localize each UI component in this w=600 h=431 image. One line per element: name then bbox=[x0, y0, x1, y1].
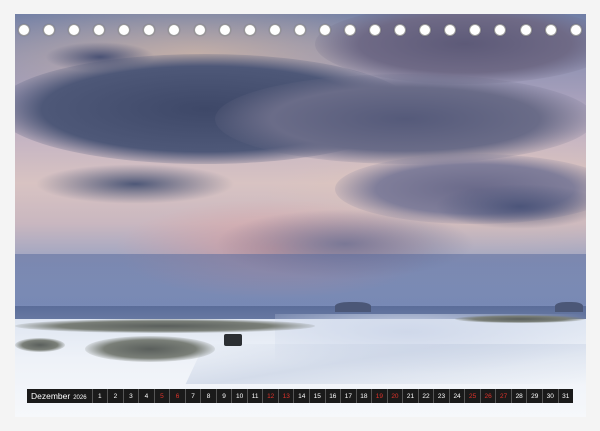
sand-road bbox=[185, 344, 586, 384]
desert-scrub bbox=[85, 336, 215, 362]
binding-ring bbox=[293, 24, 306, 36]
day-cell: 16 bbox=[324, 389, 341, 403]
day-cell: 27 bbox=[495, 389, 511, 403]
day-cell: 7 bbox=[184, 389, 201, 403]
day-cell: 14 bbox=[293, 389, 309, 403]
binding-ring bbox=[369, 24, 382, 36]
cloud bbox=[215, 74, 586, 164]
binding-ring bbox=[218, 24, 231, 36]
binding-ring bbox=[444, 24, 457, 36]
day-cell: 11 bbox=[246, 389, 263, 403]
binding-ring bbox=[318, 24, 331, 36]
binding-ring bbox=[243, 24, 256, 36]
vehicle bbox=[224, 334, 242, 346]
binding-ring bbox=[93, 24, 106, 36]
binding-ring bbox=[469, 24, 482, 36]
desert-scrub bbox=[15, 338, 65, 352]
day-cell: 8 bbox=[200, 389, 216, 403]
binding-ring bbox=[193, 24, 206, 36]
day-cell: 1 bbox=[91, 389, 108, 403]
day-cell: 9 bbox=[215, 389, 232, 403]
day-cell: 15 bbox=[309, 389, 325, 403]
day-cell: 2 bbox=[107, 389, 123, 403]
binding-ring bbox=[394, 24, 407, 36]
day-cell: 24 bbox=[448, 389, 465, 403]
day-cell: 22 bbox=[417, 389, 434, 403]
day-cell: 3 bbox=[122, 389, 139, 403]
day-cell: 23 bbox=[433, 389, 449, 403]
binding-ring bbox=[168, 24, 181, 36]
desert-landscape-photo bbox=[15, 14, 586, 417]
day-cell: 26 bbox=[479, 389, 496, 403]
day-cell: 20 bbox=[386, 389, 403, 403]
day-cell: 18 bbox=[355, 389, 372, 403]
rain-haze bbox=[15, 254, 586, 314]
binding-ring bbox=[494, 24, 507, 36]
binding-ring bbox=[143, 24, 156, 36]
binding-ring bbox=[118, 24, 131, 36]
mesa bbox=[555, 302, 583, 312]
binding-ring bbox=[344, 24, 357, 36]
day-cell: 30 bbox=[541, 389, 558, 403]
day-cell: 13 bbox=[277, 389, 294, 403]
binding-ring bbox=[268, 24, 281, 36]
binding-ring bbox=[68, 24, 81, 36]
day-cell: 28 bbox=[510, 389, 527, 403]
day-cell: 17 bbox=[340, 389, 356, 403]
binding-ring bbox=[544, 24, 557, 36]
wire-binding bbox=[18, 22, 582, 38]
year-label: 2026 bbox=[73, 395, 87, 401]
binding-ring bbox=[519, 24, 532, 36]
cloud bbox=[35, 164, 235, 204]
binding-ring bbox=[569, 24, 582, 36]
desert-scrub bbox=[455, 315, 585, 323]
day-cell: 6 bbox=[169, 389, 185, 403]
day-cell: 5 bbox=[153, 389, 170, 403]
day-cell: 12 bbox=[262, 389, 278, 403]
day-cell: 21 bbox=[402, 389, 418, 403]
day-cell: 10 bbox=[231, 389, 247, 403]
binding-ring bbox=[43, 24, 56, 36]
desert-scrub bbox=[15, 319, 315, 333]
mesa bbox=[335, 302, 371, 312]
binding-ring bbox=[419, 24, 432, 36]
day-cell: 4 bbox=[138, 389, 154, 403]
day-cell: 25 bbox=[464, 389, 480, 403]
day-strip: 1 2 3 4 5 6 7 8 9 10 11 12 13 14 15 16 17 18 19 20 21 22 23 24 2… bbox=[91, 389, 574, 403]
day-cell: 29 bbox=[526, 389, 542, 403]
day-cell: 19 bbox=[371, 389, 387, 403]
binding-ring bbox=[18, 24, 30, 36]
calendar-page: Dezember 2026 1 2 3 4 5 6 7 8 9 10 11 12 13 14 15 16 17 18… bbox=[0, 0, 600, 431]
calendar-strip: Dezember 2026 1 2 3 4 5 6 7 8 9 10 11 12 13 14 15 16 17 18… bbox=[27, 389, 573, 403]
day-cell: 31 bbox=[557, 389, 574, 403]
month-label: Dezember 2026 bbox=[31, 391, 87, 401]
